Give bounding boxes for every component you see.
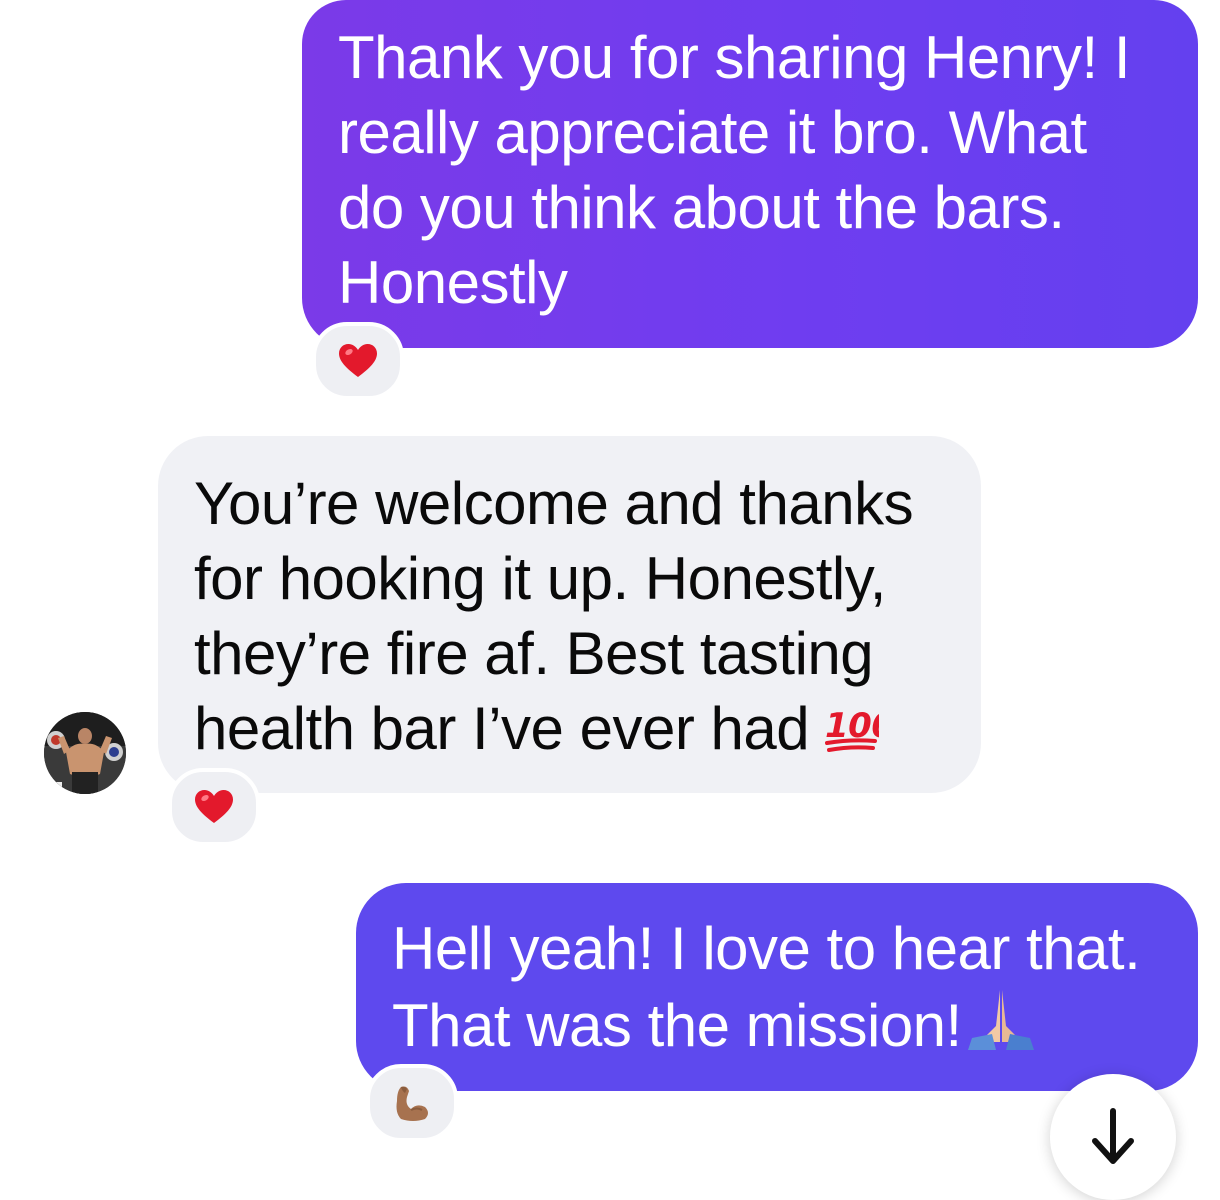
- reaction-badge[interactable]: [312, 322, 404, 400]
- reaction-badge[interactable]: [168, 768, 260, 846]
- message-text-line: really appreciate it bro. What: [338, 99, 1087, 166]
- message-bubble-outgoing[interactable]: Thank you for sharing Henry! I really ap…: [302, 0, 1198, 348]
- message-bubble-incoming[interactable]: You’re welcome and thanks for hooking it…: [158, 436, 981, 793]
- heart-emoji-icon: [339, 344, 377, 377]
- message-text: That was the mission!: [392, 992, 962, 1059]
- message-bubble-outgoing[interactable]: Hell yeah! I love to hear that. That was…: [356, 883, 1198, 1091]
- flexed-biceps-emoji-icon: [396, 1086, 428, 1121]
- message-text-line: health bar I’ve ever had 100: [194, 691, 961, 772]
- arrow-down-icon: [1092, 1108, 1134, 1164]
- contact-avatar[interactable]: [44, 712, 126, 794]
- message-text-line: You’re welcome and thanks: [194, 470, 914, 537]
- chat-thread: Thank you for sharing Henry! I really ap…: [0, 0, 1220, 1200]
- message-text-line: do you think about the bars.: [338, 174, 1065, 241]
- message-text-line: Thank you for sharing Henry! I: [338, 24, 1131, 91]
- avatar-image: [44, 712, 126, 794]
- message-text-line: for hooking it up. Honestly,: [194, 545, 886, 612]
- message-text-line: Hell yeah! I love to hear that.: [392, 915, 1141, 982]
- folded-hands-emoji-icon: [966, 986, 1036, 1069]
- heart-emoji-icon: [195, 790, 233, 823]
- hundred-points-emoji-icon: 100: [823, 697, 895, 772]
- message-text-line: That was the mission!: [392, 986, 1178, 1069]
- message-text: health bar I’ve ever had: [194, 695, 810, 762]
- reaction-badge[interactable]: [366, 1064, 458, 1142]
- scroll-to-bottom-button[interactable]: [1050, 1074, 1176, 1200]
- message-text-line: they’re fire af. Best tasting: [194, 620, 874, 687]
- message-text-line: Honestly: [338, 249, 568, 316]
